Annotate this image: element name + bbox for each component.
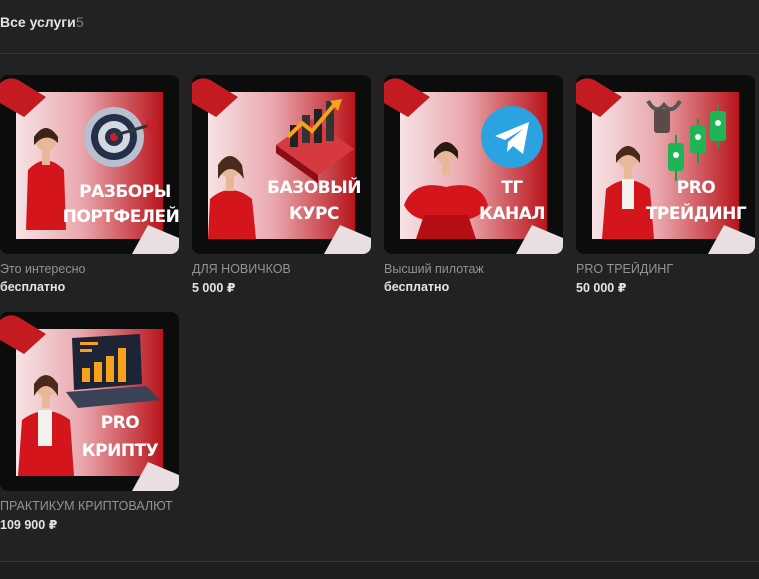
service-name[interactable]: PRO ТРЕЙДИНГ	[576, 262, 755, 276]
card-caption-line2: ПОРТФЕЛЕЙ	[63, 205, 179, 227]
section-count: 5	[76, 14, 84, 30]
service-thumbnail[interactable]: PRO КРИПТУ	[0, 312, 179, 491]
service-price: бесплатно	[0, 280, 66, 294]
service-price: бесплатно	[384, 280, 450, 294]
service-thumbnail[interactable]: БАЗОВЫЙ КУРС	[192, 75, 371, 254]
service-price: 50 000 ₽	[576, 281, 627, 295]
card-caption-line1: ТГ	[501, 178, 523, 198]
service-name[interactable]: Высший пилотаж	[384, 262, 563, 276]
card-caption-line1: БАЗОВЫЙ	[267, 176, 361, 198]
service-price: 109 900 ₽	[0, 518, 58, 532]
card-caption-line2: КРИПТУ	[82, 441, 159, 461]
service-thumbnail[interactable]: ТГ КАНАЛ	[384, 75, 563, 254]
telegram-icon	[481, 106, 543, 168]
service-thumbnail[interactable]: РАЗБОРЫ ПОРТФЕЛЕЙ	[0, 75, 179, 254]
card-caption-line2: КАНАЛ	[479, 204, 545, 224]
card-caption-line1: PRO	[677, 178, 716, 198]
service-price: 5 000 ₽	[192, 281, 236, 295]
card-caption-line1: РАЗБОРЫ	[79, 182, 171, 202]
service-name[interactable]: ДЛЯ НОВИЧКОВ	[192, 262, 371, 276]
service-thumbnail[interactable]: PRO ТРЕЙДИНГ	[576, 75, 755, 254]
card-caption-line2: ТРЕЙДИНГ	[646, 202, 747, 224]
card-caption-line2: КУРС	[289, 204, 339, 224]
card-caption-line1: PRO	[101, 413, 140, 433]
section-header: Все услуги 5	[0, 0, 759, 54]
service-name[interactable]: ПРАКТИКУМ КРИПТОВАЛЮТ	[0, 499, 179, 513]
service-name[interactable]: Это интересно	[0, 262, 179, 276]
section-title: Все услуги	[0, 14, 76, 30]
section-divider	[0, 561, 759, 579]
